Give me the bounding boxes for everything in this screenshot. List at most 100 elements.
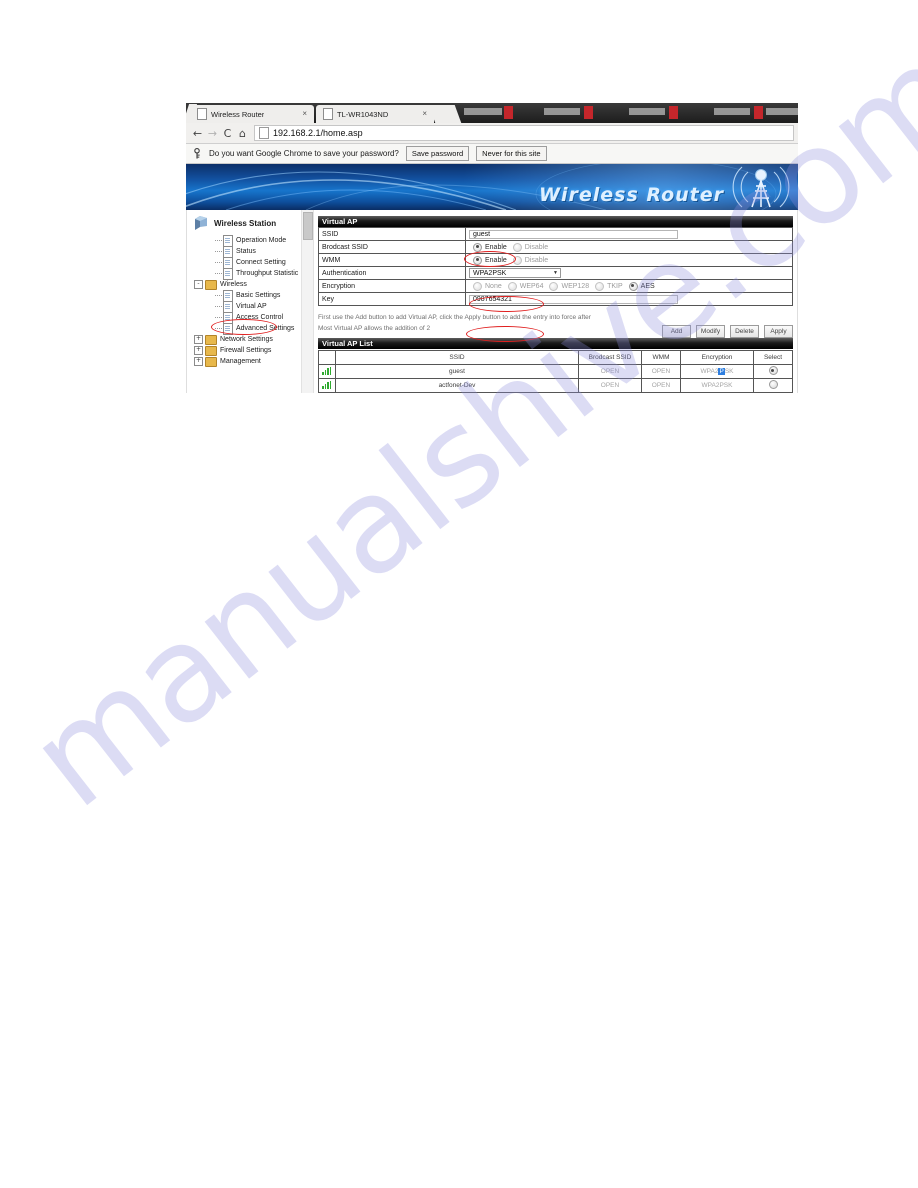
table-row[interactable]: guest OPEN OPEN WPA2PSK (318, 364, 793, 379)
browser-toolbar: ← → C ⌂ 192.168.2.1/home.asp (186, 123, 798, 144)
authentication-field-cell: WPA2PSK ▼ (465, 266, 793, 280)
ssid-input[interactable]: guest (469, 229, 678, 239)
radio-icon (595, 281, 605, 291)
column-header-wmm: WMM (641, 350, 681, 365)
sidebar-item-label: Wireless (220, 281, 247, 288)
key-field-cell: 0987654321 (465, 292, 793, 306)
router-page-body: Wireless Station Operation Mode Status C… (186, 210, 798, 393)
radio-label: None (485, 282, 502, 290)
expand-toggle-icon[interactable]: + (194, 335, 203, 344)
page-icon (259, 127, 269, 139)
tab-label: TL-WR1043ND (337, 109, 389, 119)
scrollbar-thumb[interactable] (303, 212, 313, 240)
row-encryption: WPA2PSK (680, 378, 754, 393)
browser-tab-wireless-router[interactable]: Wireless Router × (190, 105, 314, 123)
home-icon[interactable]: ⌂ (235, 128, 250, 139)
row-select-radio[interactable] (753, 378, 793, 393)
add-button[interactable]: Add (662, 325, 691, 338)
table-row[interactable]: actfonet-Dev OPEN OPEN WPA2PSK (318, 378, 793, 393)
sidebar-item-management[interactable]: + Management (192, 356, 301, 367)
tree-connector (215, 239, 222, 242)
browser-tab-tl-wr1043nd[interactable]: TL-WR1043ND × (316, 105, 434, 123)
tab-label: Wireless Router (211, 109, 265, 119)
sidebar-item-advanced-settings[interactable]: Advanced Settings (192, 322, 301, 335)
virtual-ap-panel-header: Virtual AP (318, 216, 793, 227)
forward-icon[interactable]: → (205, 128, 220, 139)
radio-label: Enable (485, 256, 507, 264)
sidebar-item-virtual-ap[interactable]: Virtual AP (192, 300, 301, 313)
collapse-toggle-icon[interactable]: - (194, 280, 203, 289)
panel-title: Virtual AP (322, 217, 358, 226)
row-ssid: actfonet-Dev (335, 378, 579, 393)
column-header-ssid: SSID (335, 350, 579, 365)
broadcast-ssid-label: Brodcast SSID (318, 240, 466, 254)
key-icon (194, 148, 200, 159)
signal-cell (318, 364, 336, 379)
sidebar-item-access-control[interactable]: Access Control (192, 311, 301, 324)
encryption-wep128-radio[interactable]: WEP128 (549, 281, 589, 291)
address-bar[interactable]: 192.168.2.1/home.asp (254, 125, 794, 141)
signal-bars-icon (322, 366, 332, 375)
form-row-ssid: SSID guest (318, 227, 793, 241)
page-icon (197, 108, 207, 120)
infobar-message: Do you want Google Chrome to save your p… (209, 149, 399, 158)
column-header-select: Select (753, 350, 793, 365)
radio-icon (628, 281, 638, 291)
tree-connector (215, 272, 222, 275)
encryption-tkip-radio[interactable]: TKIP (595, 281, 623, 291)
sidebar-item-label: Basic Settings (236, 292, 281, 299)
sidebar-tree: Operation Mode Status Connect Setting Th… (192, 234, 301, 367)
radio-label: Enable (485, 243, 507, 251)
sidebar-item-network-settings[interactable]: + Network Settings (192, 334, 301, 345)
broadcast-ssid-enable-radio[interactable]: Enable (473, 242, 507, 252)
modify-button[interactable]: Modify (696, 325, 725, 338)
row-ssid: guest (335, 364, 579, 379)
sidebar-item-firewall-settings[interactable]: + Firewall Settings (192, 345, 301, 356)
row-select-radio[interactable] (753, 364, 793, 379)
radio-label: Disable (524, 243, 549, 251)
sidebar-item-label: Throughput Statistic (236, 270, 299, 277)
folder-icon (205, 334, 217, 345)
sidebar-item-throughput-statistic[interactable]: Throughput Statistic (192, 267, 301, 280)
encryption-aes-radio[interactable]: AES (628, 281, 655, 291)
save-password-button[interactable]: Save password (405, 146, 470, 161)
access-point-icon (195, 216, 207, 230)
encryption-wep64-radio[interactable]: WEP64 (507, 281, 543, 291)
back-icon[interactable]: ← (190, 128, 205, 139)
sidebar-item-operation-mode[interactable]: Operation Mode (192, 234, 301, 247)
content-scrollbar[interactable] (301, 210, 314, 393)
column-header-signal (318, 350, 336, 365)
radio-icon (512, 242, 522, 252)
apply-button[interactable]: Apply (764, 325, 793, 338)
delete-button[interactable]: Delete (730, 325, 759, 338)
sidebar-item-wireless[interactable]: - Wireless (192, 279, 301, 290)
encryption-none-radio[interactable]: None (473, 281, 502, 291)
radio-icon (768, 366, 778, 375)
action-button-row: Add Modify Delete Apply (657, 325, 793, 338)
sidebar-item-status[interactable]: Status (192, 245, 301, 258)
never-for-this-site-button[interactable]: Never for this site (476, 146, 547, 161)
radio-icon (473, 255, 482, 265)
tabstrip-background-marks (444, 103, 798, 123)
tree-connector (215, 316, 222, 319)
help-line-1: First use the Add button to add Virtual … (318, 314, 591, 321)
sidebar-item-label: Status (236, 248, 256, 255)
key-input[interactable]: 0987654321 (469, 294, 678, 304)
folder-icon (205, 356, 217, 367)
close-icon[interactable]: × (422, 110, 427, 118)
authentication-select[interactable]: WPA2PSK ▼ (469, 268, 561, 278)
close-icon[interactable]: × (302, 110, 307, 118)
expand-toggle-icon[interactable]: + (194, 357, 203, 366)
sidebar-item-connect-setting[interactable]: Connect Setting (192, 256, 301, 269)
sidebar-navigation: Wireless Station Operation Mode Status C… (187, 210, 301, 393)
radio-label: Disable (524, 256, 549, 264)
expand-toggle-icon[interactable]: + (194, 346, 203, 355)
broadcast-ssid-disable-radio[interactable]: Disable (512, 242, 549, 252)
wmm-enable-radio[interactable]: Enable (473, 255, 507, 265)
reload-icon[interactable]: C (220, 128, 235, 139)
wmm-disable-radio[interactable]: Disable (512, 255, 549, 265)
sidebar-item-basic-settings[interactable]: Basic Settings (192, 289, 301, 302)
signal-bars-icon (322, 380, 332, 389)
sidebar-item-label: Advanced Settings (236, 325, 295, 332)
folder-open-icon (205, 279, 217, 290)
